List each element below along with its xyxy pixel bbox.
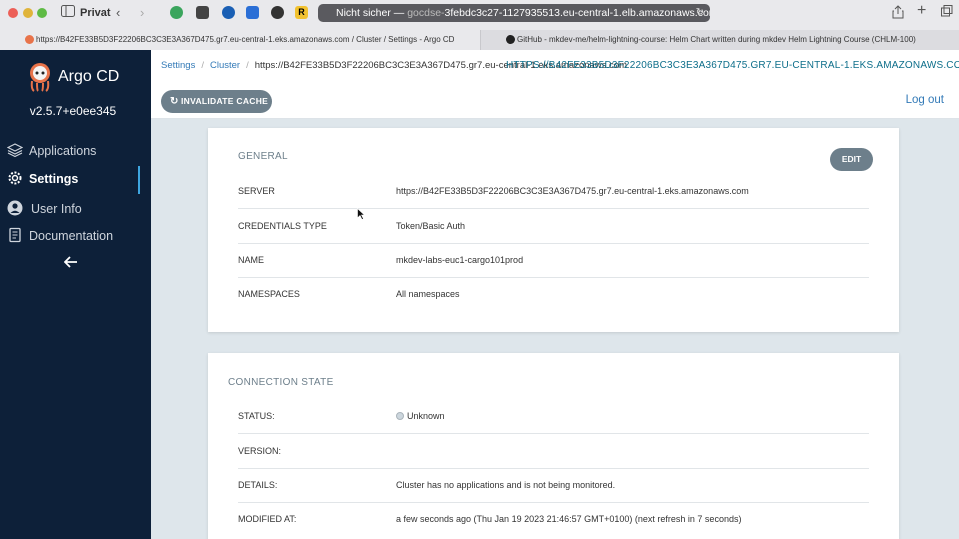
shield-extension-icon[interactable] (196, 6, 209, 19)
row-key: CREDENTIALS TYPE (238, 221, 327, 231)
url-prefix: gocdse- (407, 7, 445, 19)
row-value: a few seconds ago (Thu Jan 19 2023 21:46… (396, 514, 742, 524)
password-extension-icon[interactable] (222, 6, 235, 19)
reload-icon[interactable]: ↻ (696, 4, 704, 22)
tab-github[interactable]: GitHub - mkdev-me/helm-lightning-course:… (480, 30, 959, 50)
book-icon (9, 227, 21, 243)
r-extension-icon[interactable]: R (295, 6, 308, 19)
row-value: https://B42FE33B5D3F22206BC3C3E3A367D475… (396, 186, 749, 196)
card-title: CONNECTION STATE (228, 377, 334, 388)
breadcrumb-cluster[interactable]: Cluster (210, 60, 240, 71)
row-key: MODIFIED AT: (238, 514, 297, 524)
status-unknown-icon (396, 412, 404, 420)
sidebar-item-label: User Info (31, 202, 82, 216)
sidebar-toggle-icon[interactable] (61, 5, 75, 21)
mouse-cursor-icon (357, 208, 365, 220)
argo-octopus-icon (30, 63, 50, 92)
forward-nav-icon[interactable]: › (140, 5, 144, 21)
maximize-window-button[interactable] (37, 8, 47, 18)
page-title: HTTPS://B42FE33B5D3F22206BC3C3E3A367D475… (506, 60, 959, 71)
tab-bar: https://B42FE33B5D3F22206BC3C3E3A367D475… (0, 30, 959, 50)
invalidate-cache-button[interactable]: ↻ INVALIDATE CACHE (161, 90, 272, 113)
sidebar-item-user-info[interactable]: User Info (0, 196, 151, 222)
row-value: Unknown (396, 399, 445, 434)
back-nav-icon[interactable]: ‹ (116, 5, 120, 21)
sidebar-item-label: Documentation (29, 229, 114, 243)
info-row-modified-at: MODIFIED AT: a few seconds ago (Thu Jan … (238, 502, 869, 537)
record-extension-icon[interactable] (271, 6, 284, 19)
tab-argocd[interactable]: https://B42FE33B5D3F22206BC3C3E3A367D475… (0, 30, 480, 50)
row-key: STATUS: (238, 411, 275, 421)
connection-state-card: CONNECTION STATE STATUS: Unknown VERSION… (208, 353, 899, 539)
collapse-sidebar-icon[interactable] (63, 255, 80, 271)
evernote-extension-icon[interactable] (170, 6, 183, 19)
url-bar[interactable]: Nicht sicher — gocdse-3febdc3c27-1127935… (318, 4, 710, 22)
info-row-details: DETAILS: Cluster has no applications and… (238, 468, 869, 503)
info-row-name: NAME mkdev-labs-euc1-cargo101prod (238, 243, 869, 278)
row-key: NAMESPACES (238, 289, 300, 299)
edit-button[interactable]: EDIT (830, 148, 873, 171)
info-row-credentials-type: CREDENTIALS TYPE Token/Basic Auth (238, 209, 869, 244)
info-row-status: STATUS: Unknown (238, 399, 869, 434)
close-window-button[interactable] (8, 8, 18, 18)
new-tab-icon[interactable]: + (917, 3, 926, 19)
button-label: INVALIDATE CACHE (181, 96, 269, 106)
general-card: GENERAL EDIT SERVER https://B42FE33B5D3F… (208, 128, 899, 332)
info-row-namespaces: NAMESPACES All namespaces (238, 277, 869, 312)
browser-chrome: Privat ‹ › R Nicht sicher — gocdse-3febd… (0, 0, 959, 50)
sidebar-item-label: Applications (29, 144, 97, 158)
insecure-label: Nicht sicher — (336, 7, 405, 19)
row-key: SERVER (238, 186, 275, 196)
share-icon[interactable] (892, 5, 904, 23)
minimize-window-button[interactable] (23, 8, 33, 18)
stack-icon (7, 143, 23, 158)
sidebar-item-applications[interactable]: Applications (0, 138, 151, 164)
app-name: Argo CD (58, 68, 120, 85)
breadcrumb-separator: / (201, 60, 204, 71)
translate-extension-icon[interactable] (246, 6, 259, 19)
row-key: DETAILS: (238, 480, 278, 490)
tab-title: GitHub - mkdev-me/helm-lightning-course:… (517, 35, 916, 44)
gear-icon (8, 171, 22, 185)
info-row-server: SERVER https://B42FE33B5D3F22206BC3C3E3A… (238, 174, 869, 209)
row-key: VERSION: (238, 446, 282, 456)
refresh-icon: ↻ (170, 96, 179, 107)
github-favicon-icon (506, 35, 515, 44)
version-label: v2.5.7+e0ee345 (29, 104, 117, 118)
tab-title: https://B42FE33B5D3F22206BC3C3E3A367D475… (36, 35, 455, 44)
sidebar-item-documentation[interactable]: Documentation (0, 223, 151, 249)
logo[interactable]: Argo CD (27, 62, 147, 94)
url-host: 3febdc3c27-1127935513.eu-central-1.elb.a… (444, 7, 710, 19)
breadcrumb-separator: / (246, 60, 249, 71)
info-row-version: VERSION: (238, 434, 869, 469)
argocd-favicon-icon (25, 35, 34, 44)
tab-overview-icon[interactable] (941, 5, 953, 21)
row-key: NAME (238, 255, 265, 265)
breadcrumb-settings[interactable]: Settings (161, 60, 195, 71)
row-value: Cluster has no applications and is not b… (396, 480, 616, 490)
top-bar: Settings / Cluster / https://B42FE33B5D3F222… (151, 50, 959, 119)
row-value: Token/Basic Auth (396, 221, 466, 231)
row-value: All namespaces (396, 289, 460, 299)
sidebar-item-settings[interactable]: Settings (0, 166, 151, 194)
row-value: mkdev-labs-euc1-cargo101prod (396, 255, 524, 265)
status-text: Unknown (407, 411, 445, 421)
user-icon (7, 200, 23, 216)
logout-link[interactable]: Log out (906, 94, 944, 106)
browser-toolbar: Privat ‹ › R Nicht sicher — gocdse-3febd… (0, 0, 959, 28)
sidebar-item-label: Settings (29, 172, 79, 186)
private-mode-label: Privat (80, 7, 111, 19)
sidebar: Argo CD v2.5.7+e0ee345 Applications Sett… (0, 50, 151, 539)
card-title: GENERAL (238, 151, 288, 162)
